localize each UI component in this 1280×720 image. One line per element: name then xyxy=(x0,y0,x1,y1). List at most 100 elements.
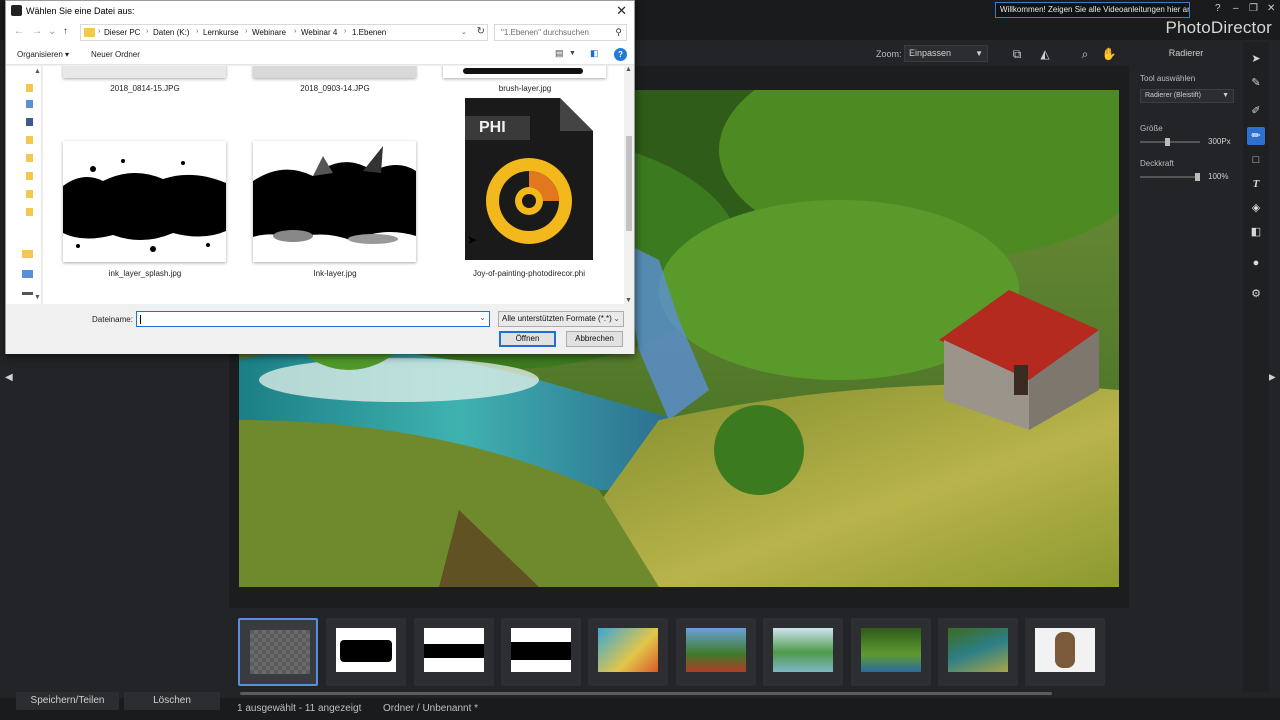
close-icon[interactable]: ✕ xyxy=(1267,3,1275,14)
breadcrumb-item[interactable]: Lernkurse xyxy=(203,28,239,37)
file-list-scrollbar[interactable]: ▲ ▼ xyxy=(624,66,634,304)
drive-icon[interactable] xyxy=(26,118,33,126)
chevron-down-icon[interactable]: ⌄ xyxy=(479,313,486,322)
crop-icon[interactable]: ⧉ xyxy=(1008,45,1026,63)
tool-select[interactable]: Radierer (Bleistift) ▼ xyxy=(1140,89,1234,103)
help-icon[interactable]: ? xyxy=(1215,3,1221,14)
filmstrip-thumb[interactable] xyxy=(763,618,843,686)
filmstrip-thumb[interactable] xyxy=(501,618,581,686)
view-options-icon[interactable]: ▤ xyxy=(555,48,564,59)
chevron-down-icon[interactable]: ⌄ xyxy=(461,28,467,36)
right-collapse-icon[interactable]: ▶ xyxy=(1268,372,1276,383)
breadcrumb-item[interactable]: Daten (K:) xyxy=(153,28,189,37)
pen-tool-icon[interactable]: ✐ xyxy=(1247,102,1265,120)
filmstrip-thumb[interactable] xyxy=(851,618,931,686)
file-thumbnail[interactable] xyxy=(63,66,226,78)
breadcrumb-item[interactable]: Webinare xyxy=(252,28,286,37)
file-thumbnail[interactable] xyxy=(253,66,416,78)
maximize-icon[interactable]: ❐ xyxy=(1249,3,1258,14)
this-pc-icon[interactable] xyxy=(22,270,33,278)
compare-icon[interactable]: ◭ xyxy=(1036,45,1054,63)
eraser-tool-icon[interactable]: ✏ xyxy=(1247,127,1265,145)
zoom-select[interactable]: Einpassen ▼ xyxy=(904,45,988,62)
new-folder-button[interactable]: Neuer Ordner xyxy=(91,50,140,59)
folder-icon[interactable] xyxy=(26,208,33,216)
file-name[interactable]: 2018_0903-14.JPG xyxy=(250,84,420,93)
breadcrumb-item[interactable]: 1.Ebenen xyxy=(352,28,386,37)
file-thumbnail[interactable] xyxy=(63,141,226,262)
text-caret xyxy=(140,315,141,324)
history-chevron-icon[interactable]: ⌄ xyxy=(48,26,56,37)
cancel-button[interactable]: Abbrechen xyxy=(566,331,623,347)
dialog-title: Wählen Sie eine Datei aus: xyxy=(26,6,135,16)
file-thumbnail[interactable] xyxy=(443,66,606,78)
search-icon[interactable]: ⚲ xyxy=(615,25,622,40)
opacity-slider[interactable] xyxy=(1140,173,1200,181)
drive-icon[interactable] xyxy=(26,100,33,108)
text-tool-icon[interactable]: T xyxy=(1247,175,1265,193)
delete-button[interactable]: Löschen xyxy=(124,692,220,710)
filmstrip-thumb[interactable] xyxy=(676,618,756,686)
folder-icon xyxy=(84,28,95,37)
file-name[interactable]: 2018_0814-15.JPG xyxy=(60,84,230,93)
open-button[interactable]: Öffnen xyxy=(499,331,556,347)
folder-icon[interactable] xyxy=(22,250,33,258)
back-arrow-icon[interactable]: ← xyxy=(14,26,24,37)
folder-icon[interactable] xyxy=(26,190,33,198)
hand-icon[interactable]: ✋ xyxy=(1100,45,1118,63)
fill-tool-icon[interactable]: ◈ xyxy=(1247,199,1265,217)
scrollbar-thumb[interactable] xyxy=(626,136,632,231)
file-thumbnail[interactable] xyxy=(253,141,416,262)
size-slider[interactable] xyxy=(1140,138,1200,146)
address-bar[interactable]: › Dieser PC › Daten (K:) › Lernkurse › W… xyxy=(80,24,488,41)
scroll-up-icon[interactable]: ▲ xyxy=(34,68,41,75)
file-name[interactable]: Ink-layer.jpg xyxy=(250,269,420,278)
filmstrip-thumb[interactable] xyxy=(238,618,318,686)
folder-icon[interactable] xyxy=(26,154,33,162)
brush-tool-icon[interactable]: ✎ xyxy=(1247,74,1265,92)
size-slider-knob[interactable] xyxy=(1165,138,1170,146)
refresh-icon[interactable]: ↻ xyxy=(477,26,485,37)
filmstrip-thumb[interactable] xyxy=(588,618,668,686)
filmstrip-thumb[interactable] xyxy=(1025,618,1105,686)
search-input[interactable]: "1.Ebenen" durchsuchen ⚲ xyxy=(494,24,627,41)
filmstrip-thumb[interactable] xyxy=(326,618,406,686)
scroll-down-icon[interactable]: ▼ xyxy=(625,297,632,304)
folder-icon[interactable] xyxy=(26,136,33,144)
preview-pane-icon[interactable]: ◧ xyxy=(590,48,599,59)
rectangle-tool-icon[interactable]: □ xyxy=(1247,151,1265,169)
forward-arrow-icon[interactable]: → xyxy=(32,26,42,37)
filetype-select[interactable]: Alle unterstützten Formate (*.*) ⌄ xyxy=(498,311,624,327)
file-name[interactable]: Joy-of-painting-photodirecor.phi xyxy=(444,269,614,278)
filmstrip-thumb[interactable] xyxy=(938,618,1018,686)
folder-icon[interactable] xyxy=(26,172,33,180)
drive-icon[interactable] xyxy=(22,292,33,295)
file-name[interactable]: ink_layer_splash.jpg xyxy=(60,269,230,278)
filmstrip-thumb[interactable] xyxy=(414,618,494,686)
zoom-icon[interactable]: ⌕ xyxy=(1076,45,1094,63)
file-name[interactable]: brush-layer.jpg xyxy=(440,84,610,93)
select-tool-icon[interactable]: ➤ xyxy=(1247,50,1265,68)
phi-file-icon[interactable]: PHI xyxy=(465,98,593,260)
welcome-notice[interactable]: Willkommen! Zeigen Sie alle Videoanleitu… xyxy=(995,2,1190,18)
opacity-slider-knob[interactable] xyxy=(1195,173,1200,181)
folder-icon[interactable] xyxy=(26,84,33,92)
opacity-label: Deckkraft xyxy=(1140,159,1174,168)
save-share-button[interactable]: Speichern/Teilen xyxy=(16,692,119,710)
drop-tool-icon[interactable]: ● xyxy=(1247,254,1265,272)
scroll-up-icon[interactable]: ▲ xyxy=(625,66,632,73)
up-arrow-icon[interactable]: ↑ xyxy=(63,26,68,37)
gradient-tool-icon[interactable]: ◧ xyxy=(1247,223,1265,241)
filename-input[interactable]: ⌄ xyxy=(136,311,490,327)
scroll-down-icon[interactable]: ▼ xyxy=(34,294,41,301)
minimize-icon[interactable]: – xyxy=(1233,3,1239,14)
filmstrip-scrollbar[interactable] xyxy=(240,692,1052,695)
breadcrumb-item[interactable]: Webinar 4 xyxy=(301,28,337,37)
close-icon[interactable]: ✕ xyxy=(616,3,627,19)
left-collapse-icon[interactable]: ◀ xyxy=(5,372,13,383)
organize-menu[interactable]: Organisieren ▾ xyxy=(17,50,69,59)
breadcrumb-item[interactable]: Dieser PC xyxy=(104,28,140,37)
settings-gear-icon[interactable]: ⚙ xyxy=(1247,285,1265,303)
help-icon[interactable]: ? xyxy=(614,48,627,61)
chevron-down-icon[interactable]: ▼ xyxy=(569,50,576,57)
